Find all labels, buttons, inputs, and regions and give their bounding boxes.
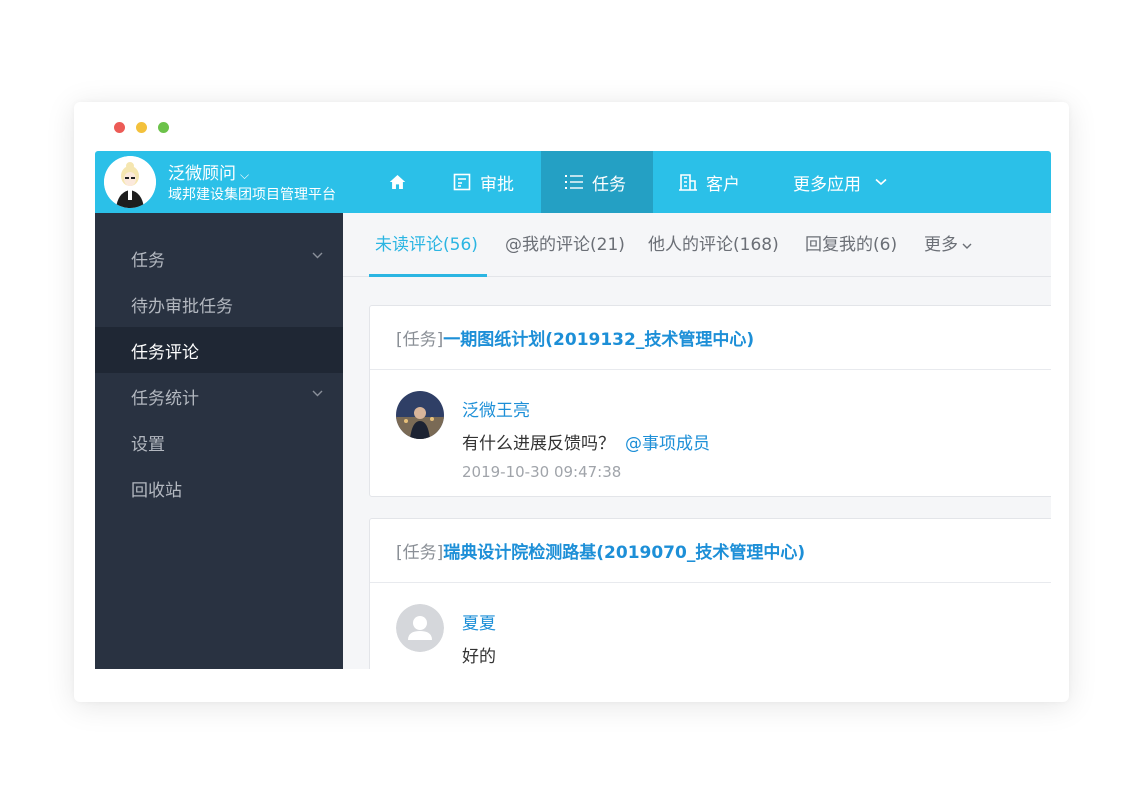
- nav-more-apps-label: 更多应用: [793, 174, 861, 195]
- sidebar-item-label: 待办审批任务: [131, 296, 233, 317]
- card-header: [任务] 一期图纸计划(2019132_技术管理中心): [370, 306, 1051, 370]
- comment-text: 有什么进展反馈吗？ @事项成员: [462, 429, 710, 454]
- nav-approval-label: 审批: [480, 174, 514, 195]
- sidebar-item-label: 任务评论: [131, 342, 199, 363]
- sidebar-item-task-comments[interactable]: 任务评论: [95, 327, 343, 373]
- tab-others-comments[interactable]: 他人的评论(168): [648, 213, 779, 277]
- tab-mentions[interactable]: @我的评论(21): [505, 213, 625, 277]
- card-title-link[interactable]: 一期图纸计划(2019132_技术管理中心): [443, 325, 754, 350]
- user-name[interactable]: 泛微顾问 ⌵: [168, 159, 249, 184]
- chevron-down-icon: [312, 390, 323, 397]
- app-frame: 泛微顾问 ⌵ 域邦建设集团项目管理平台 审批 任务 客户 更多应用 任务 待办审…: [95, 151, 1051, 669]
- chevron-down-icon: [875, 178, 887, 186]
- top-nav-bar: 泛微顾问 ⌵ 域邦建设集团项目管理平台 审批 任务 客户 更多应用: [95, 151, 1051, 213]
- comment-author-link[interactable]: 夏夏: [462, 609, 496, 634]
- maximize-window-button[interactable]: [158, 122, 169, 133]
- comment-body: 好的: [462, 647, 496, 667]
- sidebar-item-settings[interactable]: 设置: [95, 419, 343, 465]
- card-tag: [任务]: [396, 543, 444, 563]
- org-name: 域邦建设集团项目管理平台: [168, 187, 336, 203]
- nav-customers-label: 客户: [706, 174, 740, 195]
- comment-tabs: 未读评论(56) @我的评论(21) 他人的评论(168) 回复我的(6) 更多: [343, 213, 1051, 277]
- commenter-avatar[interactable]: [396, 391, 444, 439]
- comment-timestamp: 2019-10-30 09:47:38: [462, 463, 622, 481]
- sidebar-item-label: 任务: [131, 250, 165, 271]
- comment-text: 好的: [462, 642, 496, 667]
- commenter-avatar[interactable]: [396, 604, 444, 652]
- sidebar-item-pending-approval[interactable]: 待办审批任务: [95, 281, 343, 327]
- avatar-photo: [396, 391, 444, 439]
- building-icon: [679, 174, 697, 191]
- avatar-illustration: [104, 156, 156, 208]
- comment-item: 夏夏 好的: [370, 583, 1051, 669]
- chevron-down-icon: [312, 252, 323, 259]
- approval-icon: [453, 173, 471, 191]
- sidebar: 任务 待办审批任务 任务评论 任务统计 设置 回收站: [95, 213, 343, 669]
- chevron-down-icon: [962, 243, 972, 249]
- minimize-window-button[interactable]: [136, 122, 147, 133]
- sidebar-item-tasks[interactable]: 任务: [95, 235, 343, 281]
- mention-link[interactable]: @事项成员: [625, 434, 710, 454]
- list-icon: [565, 175, 583, 189]
- card-tag: [任务]: [396, 330, 444, 350]
- card-title-link[interactable]: 瑞典设计院检测路基(2019070_技术管理中心): [443, 538, 805, 563]
- tab-more-label: 更多: [924, 235, 958, 255]
- main-content: 未读评论(56) @我的评论(21) 他人的评论(168) 回复我的(6) 更多…: [343, 213, 1051, 669]
- sidebar-item-label: 设置: [131, 434, 165, 455]
- tab-more[interactable]: 更多: [924, 213, 972, 277]
- nav-customers[interactable]: 客户: [679, 151, 740, 213]
- nav-tasks-label: 任务: [592, 174, 626, 195]
- user-name-label: 泛微顾问: [168, 164, 236, 184]
- sidebar-item-recycle-bin[interactable]: 回收站: [95, 465, 343, 511]
- window-controls: [114, 122, 169, 133]
- user-avatar[interactable]: [104, 156, 156, 208]
- close-window-button[interactable]: [114, 122, 125, 133]
- tab-replies-to-me[interactable]: 回复我的(6): [805, 213, 897, 277]
- comment-item: 泛微王亮 有什么进展反馈吗？ @事项成员 2019-10-30 09:47:38: [370, 370, 1051, 496]
- tab-unread-comments[interactable]: 未读评论(56): [375, 213, 478, 277]
- sidebar-item-label: 任务统计: [131, 388, 199, 409]
- nav-approval[interactable]: 审批: [453, 151, 514, 213]
- nav-tasks[interactable]: 任务: [541, 151, 653, 213]
- comment-body: 有什么进展反馈吗？: [462, 434, 615, 454]
- comment-author-link[interactable]: 泛微王亮: [462, 396, 530, 421]
- sidebar-item-task-stats[interactable]: 任务统计: [95, 373, 343, 419]
- sidebar-item-label: 回收站: [131, 480, 182, 501]
- chevron-down-icon: ⌵: [240, 168, 250, 182]
- active-tab-indicator: [369, 274, 487, 277]
- default-avatar-icon: [396, 604, 444, 652]
- comment-card: [任务] 瑞典设计院检测路基(2019070_技术管理中心) 夏夏 好的: [369, 518, 1051, 669]
- card-header: [任务] 瑞典设计院检测路基(2019070_技术管理中心): [370, 519, 1051, 583]
- comment-card: [任务] 一期图纸计划(2019132_技术管理中心) 泛微王亮 有什么进展反馈…: [369, 305, 1051, 497]
- nav-home[interactable]: [389, 151, 415, 213]
- nav-more-apps[interactable]: 更多应用: [793, 151, 896, 213]
- home-icon: [389, 175, 406, 189]
